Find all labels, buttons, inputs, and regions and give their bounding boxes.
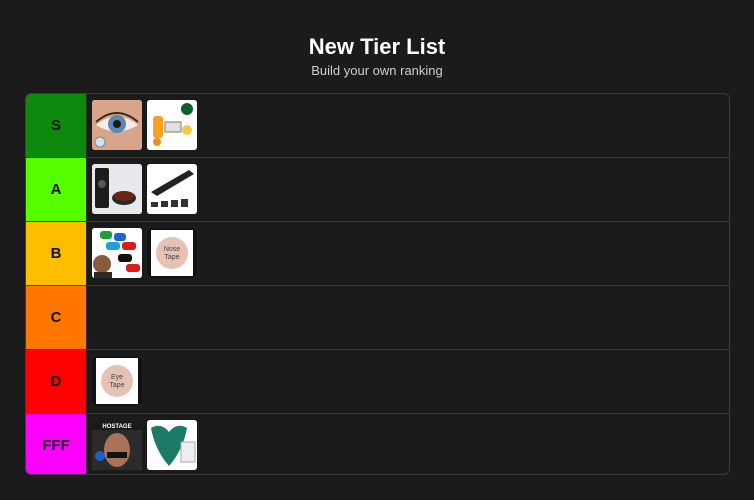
shoe-insoles-image [147,164,197,214]
tier-items-fff[interactable]: HOSTAGE [87,414,729,474]
mouthguards-image [92,228,142,278]
tier-label-fff[interactable]: FFF [26,414,87,474]
tier-label-d[interactable]: D [26,350,87,413]
tier-board: S A B Nose Tape C D Eye Tape FFF HOSTAGE [25,93,730,475]
tier-row-a: A [26,158,729,222]
tier-label-s[interactable]: S [26,94,87,157]
brow-gel-image [92,164,142,214]
tier-row-fff: FFF HOSTAGE [26,414,729,474]
svg-text:HOSTAGE: HOSTAGE [102,424,131,430]
fruit-products-image [147,100,197,150]
svg-text:Tape: Tape [164,254,179,261]
mouth-tape-item[interactable]: HOSTAGE [92,420,142,470]
eye-tape-image: Eye Tape [92,356,142,406]
fruit-products-item[interactable] [147,100,197,150]
tier-row-c: C [26,286,729,350]
tier-label-c[interactable]: C [26,286,87,349]
svg-text:Tape: Tape [109,382,124,389]
svg-text:Eye: Eye [111,374,123,381]
gua-sha-image [147,420,197,470]
nose-tape-item[interactable]: Nose Tape [147,228,197,278]
tier-items-a[interactable] [87,158,729,221]
eye-closeup-image [92,100,142,150]
shoe-insoles-item[interactable] [147,164,197,214]
eye-tape-item[interactable]: Eye Tape [92,356,142,406]
mouth-tape-image: HOSTAGE [92,420,142,470]
tier-items-s[interactable] [87,94,729,157]
tier-items-d[interactable]: Eye Tape [87,350,729,413]
nose-tape-image: Nose Tape [147,228,197,278]
tier-row-s: S [26,94,729,158]
tier-row-b: B Nose Tape [26,222,729,286]
tier-items-c[interactable] [87,286,729,349]
tier-row-d: D Eye Tape [26,350,729,414]
mouthguards-item[interactable] [92,228,142,278]
svg-text:Nose: Nose [164,246,180,253]
tier-label-b[interactable]: B [26,222,87,285]
page-title: New Tier List [308,34,446,59]
eye-cosmetic-item[interactable] [92,100,142,150]
tier-label-a[interactable]: A [26,158,87,221]
tier-items-b[interactable]: Nose Tape [87,222,729,285]
page-subtitle: Build your own ranking [311,63,443,78]
gua-sha-item[interactable] [147,420,197,470]
brow-gel-item[interactable] [92,164,142,214]
